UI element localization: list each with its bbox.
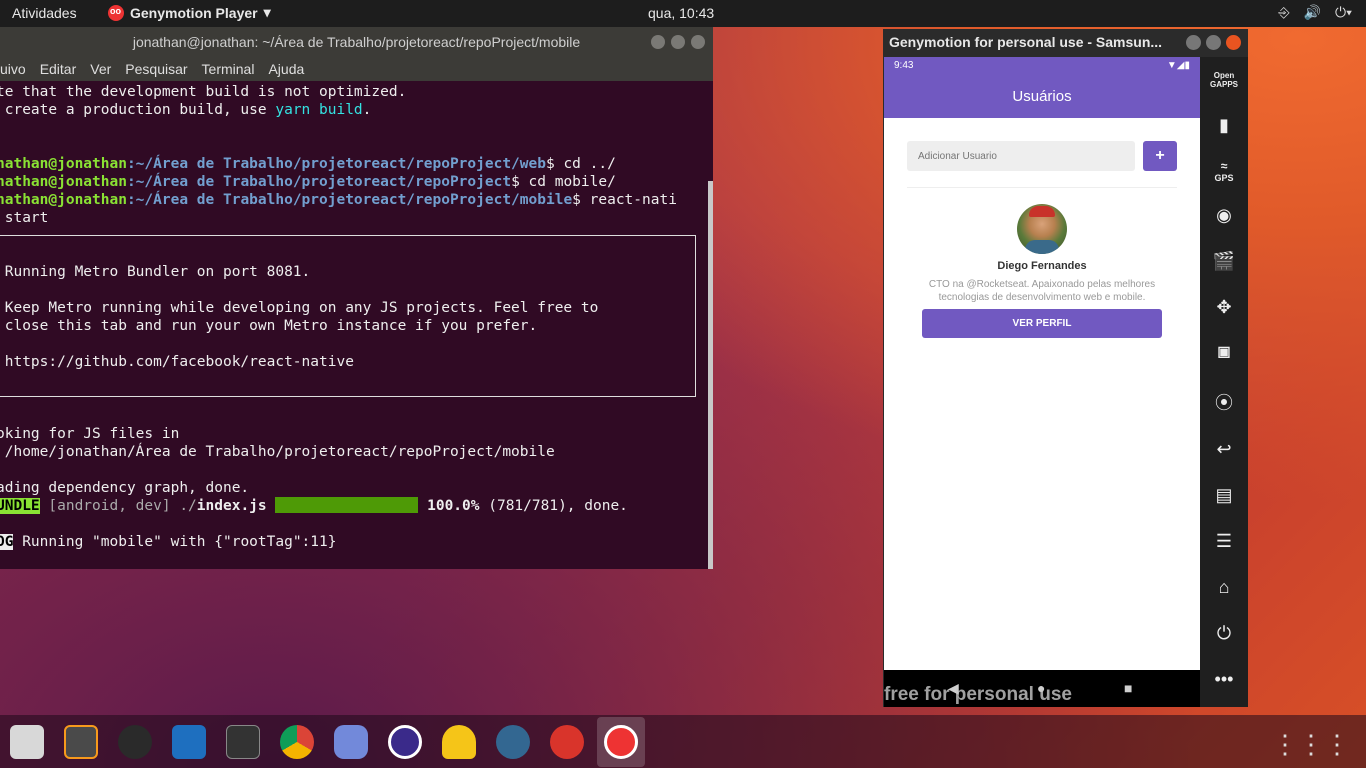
genymotion-logo-icon bbox=[108, 4, 124, 21]
network-icon: ⎆ bbox=[1278, 4, 1290, 20]
log-line: OG Running "mobile" with {"rootTag":11} bbox=[0, 533, 336, 551]
gps-icon[interactable]: ≈ GPS bbox=[1200, 159, 1248, 183]
plus-icon: + bbox=[1155, 147, 1165, 164]
menu-terminal[interactable]: Terminal bbox=[202, 61, 255, 77]
chevron-down-icon: ▾ bbox=[263, 4, 271, 20]
menu-ver[interactable]: Ver bbox=[90, 61, 111, 77]
view-profile-button[interactable]: VER PERFIL bbox=[922, 309, 1162, 338]
terminal-prompt-line: nathan@jonathan:~/Área de Trabalho/proje… bbox=[0, 192, 677, 208]
terminal-line: ading dependency graph, done. bbox=[0, 480, 250, 496]
home-icon[interactable]: ⌂ bbox=[1200, 577, 1248, 598]
terminal-prompt-line: nathan@jonathan:~/Área de Trabalho/proje… bbox=[0, 174, 616, 190]
add-user-input[interactable] bbox=[907, 141, 1135, 171]
user-card: Diego Fernandes CTO na @Rocketseat. Apai… bbox=[907, 204, 1177, 304]
clock[interactable]: qua, 10:43 bbox=[648, 5, 714, 21]
terminal-line: create a production build, use yarn buil… bbox=[0, 102, 372, 118]
terminal-line: te that the development build is not opt… bbox=[0, 84, 407, 100]
page-title: Usuários bbox=[1012, 88, 1072, 105]
power-icon[interactable]: ⏻ bbox=[1200, 623, 1248, 644]
log-tag: OG bbox=[0, 534, 14, 550]
user-name: Diego Fernandes bbox=[997, 260, 1087, 272]
robo3t-icon[interactable] bbox=[550, 725, 584, 759]
app-menu[interactable]: Genymotion Player ▾ bbox=[108, 4, 271, 21]
status-time: 9:43 bbox=[894, 60, 914, 71]
discord-icon[interactable] bbox=[334, 725, 368, 759]
app-header: Usuários bbox=[884, 76, 1200, 118]
volume-icon: 🔊 bbox=[1303, 4, 1322, 20]
identifiers-icon[interactable]: ▣ bbox=[1200, 343, 1248, 360]
terminal-menubar: uivo Editar Ver Pesquisar Terminal Ajuda bbox=[0, 57, 713, 81]
user-bio: CTO na @Rocketseat. Apaixonado pelas mel… bbox=[928, 279, 1156, 303]
add-user-form: + bbox=[907, 141, 1177, 171]
genymotion-title: Genymotion for personal use - Samsun... bbox=[889, 34, 1163, 50]
genymotion-titlebar[interactable]: Genymotion for personal use - Samsun... bbox=[883, 29, 1248, 57]
bundle-tag: UNDLE bbox=[0, 498, 40, 514]
bundle-progress-line: UNDLE [android, dev] ./index.js 100.0% (… bbox=[0, 497, 628, 515]
genymotion-window[interactable]: Genymotion for personal use - Samsun... … bbox=[883, 29, 1248, 707]
show-applications-icon[interactable]: ⋮⋮⋮ bbox=[1272, 729, 1350, 760]
terminal-line: Keep Metro running while developing on a… bbox=[0, 300, 599, 316]
android-status-bar: 9:43 ▼◢▮ bbox=[884, 57, 1200, 76]
terminal-line: Running Metro Bundler on port 8081. bbox=[0, 264, 311, 280]
dock: ⋮⋮⋮ bbox=[0, 715, 1366, 768]
menu-arquivo[interactable]: uivo bbox=[0, 61, 26, 77]
divider bbox=[907, 187, 1177, 188]
watermark: free for personal use bbox=[884, 684, 1072, 705]
minimize-button[interactable] bbox=[1186, 35, 1201, 50]
power-icon: ⏻▾ bbox=[1335, 4, 1352, 20]
maximize-button[interactable] bbox=[671, 35, 685, 49]
capture-icon[interactable]: 🎬 bbox=[1200, 251, 1248, 272]
sublime-text-icon[interactable] bbox=[64, 725, 98, 759]
menu-ajuda[interactable]: Ajuda bbox=[268, 61, 304, 77]
insomnia-icon[interactable] bbox=[442, 725, 476, 759]
minimize-button[interactable] bbox=[651, 35, 665, 49]
close-button[interactable] bbox=[691, 35, 705, 49]
app-menu-label: Genymotion Player bbox=[130, 4, 258, 21]
terminal-link[interactable]: https://github.com/facebook/react-native bbox=[0, 353, 354, 371]
terminal-prompt-line: nathan@jonathan:~/Área de Trabalho/proje… bbox=[0, 156, 616, 172]
terminal-window[interactable]: jonathan@jonathan: ~/Área de Trabalho/pr… bbox=[0, 27, 713, 569]
top-bar: Atividades Genymotion Player ▾ qua, 10:4… bbox=[0, 0, 1366, 27]
menu-editar[interactable]: Editar bbox=[40, 61, 77, 77]
terminal-line: oking for JS files in bbox=[0, 426, 180, 442]
genymotion-sidebar: Open GAPPS ▮ ≈ GPS ◉ 🎬 ✥ ▣ ⦿ ↩ ▤ ☰ ⌂ ⏻ ••… bbox=[1200, 57, 1248, 707]
camera-icon[interactable]: ◉ bbox=[1200, 205, 1248, 226]
back-icon[interactable]: ↩ bbox=[1200, 439, 1248, 460]
postgres-elephant-icon[interactable] bbox=[496, 725, 530, 759]
eclipse-icon[interactable] bbox=[388, 725, 422, 759]
files-icon[interactable] bbox=[10, 725, 44, 759]
terminal-title: jonathan@jonathan: ~/Área de Trabalho/pr… bbox=[132, 34, 581, 50]
opengapps-icon[interactable]: Open GAPPS bbox=[1200, 71, 1248, 89]
disk-io-icon[interactable]: ⦿ bbox=[1200, 389, 1248, 415]
battery-icon[interactable]: ▮ bbox=[1200, 115, 1248, 136]
activities-button[interactable]: Atividades bbox=[12, 5, 77, 21]
terminal-line: close this tab and run your own Metro in… bbox=[0, 318, 538, 334]
terminal-line: start bbox=[0, 210, 49, 226]
recent-apps-icon[interactable]: ▤ bbox=[1200, 485, 1248, 506]
vscode-icon[interactable] bbox=[172, 725, 206, 759]
maximize-button[interactable] bbox=[1206, 35, 1221, 50]
inkscape-icon[interactable] bbox=[118, 725, 152, 759]
add-user-button[interactable]: + bbox=[1143, 141, 1177, 171]
avatar bbox=[1017, 204, 1067, 254]
genymotion-icon[interactable] bbox=[604, 725, 638, 759]
system-tray[interactable]: ⎆ 🔊 ⏻▾ bbox=[1278, 4, 1352, 21]
move-icon[interactable]: ✥ bbox=[1200, 297, 1248, 318]
chrome-icon[interactable] bbox=[280, 725, 314, 759]
menu-icon[interactable]: ☰ bbox=[1200, 531, 1248, 552]
close-button[interactable] bbox=[1226, 35, 1241, 50]
terminal-icon[interactable] bbox=[226, 725, 260, 759]
android-screen[interactable]: 9:43 ▼◢▮ Usuários + Diego Fernandes CTO … bbox=[884, 57, 1200, 670]
more-icon[interactable]: ••• bbox=[1200, 669, 1248, 690]
terminal-titlebar[interactable]: jonathan@jonathan: ~/Área de Trabalho/pr… bbox=[0, 27, 713, 57]
terminal-output[interactable]: te that the development build is not opt… bbox=[0, 81, 708, 569]
terminal-scrollbar[interactable] bbox=[708, 181, 713, 569]
menu-pesquisar[interactable]: Pesquisar bbox=[125, 61, 187, 77]
terminal-line: /home/jonathan/Área de Trabalho/projetor… bbox=[0, 444, 555, 460]
nav-recent-button[interactable]: ■ bbox=[1124, 680, 1132, 696]
status-icons: ▼◢▮ bbox=[1166, 60, 1190, 71]
bundle-progress-bar bbox=[275, 497, 419, 513]
